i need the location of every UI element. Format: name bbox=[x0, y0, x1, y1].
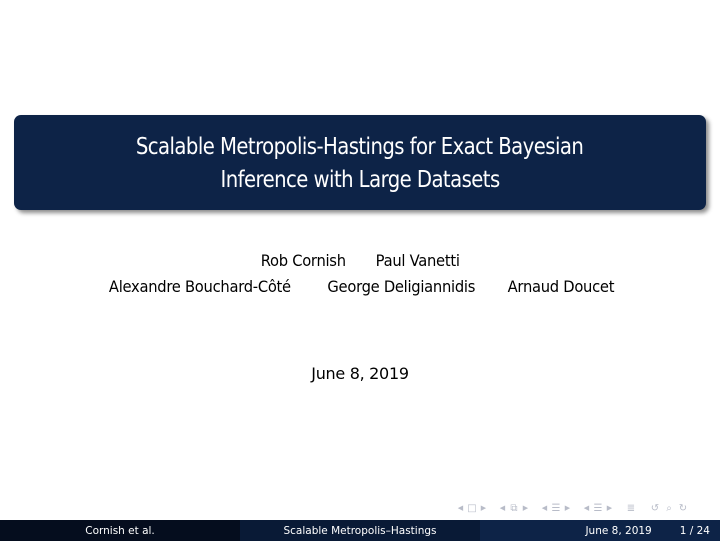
toc-icon[interactable]: ≣ bbox=[624, 503, 638, 514]
authors: Rob Cornish Paul Vanetti Alexandre Bouch… bbox=[0, 248, 720, 300]
title-line-1: Scalable Metropolis-Hastings for Exact B… bbox=[136, 131, 584, 160]
frame-icon[interactable]: □ bbox=[465, 503, 479, 514]
frame-next-icon[interactable]: ▶ bbox=[479, 504, 488, 512]
search-icon[interactable]: ⌕ bbox=[662, 503, 676, 514]
forward-icon[interactable]: ↻ bbox=[676, 503, 690, 514]
title-line-2: Inference with Large Datasets bbox=[220, 164, 500, 193]
author: Alexandre Bouchard-Côté bbox=[108, 277, 291, 296]
author: Arnaud Doucet bbox=[507, 277, 615, 296]
footer-date-section: June 8, 2019 1 / 24 bbox=[480, 520, 720, 541]
footer-date: June 8, 2019 bbox=[585, 524, 652, 537]
slide-icon[interactable]: ☰ bbox=[591, 503, 605, 514]
subsection-prev-icon[interactable]: ◀ bbox=[498, 504, 507, 512]
footer-title: Scalable Metropolis–Hastings bbox=[283, 524, 437, 537]
subsection-icon[interactable]: ⧉ bbox=[507, 503, 521, 514]
author: George Deligiannidis bbox=[327, 277, 475, 296]
subsection-next-icon[interactable]: ▶ bbox=[521, 504, 530, 512]
author: Paul Vanetti bbox=[375, 251, 460, 270]
footer-author: Cornish et al. bbox=[85, 524, 155, 537]
authors-row-2: Alexandre Bouchard-Côté George Deligiann… bbox=[0, 274, 720, 300]
frame-prev-icon[interactable]: ◀ bbox=[456, 504, 465, 512]
title-box: Scalable Metropolis-Hastings for Exact B… bbox=[14, 115, 706, 210]
presentation-date: June 8, 2019 bbox=[311, 364, 409, 383]
back-icon[interactable]: ↺ bbox=[648, 503, 662, 514]
slide-next-icon[interactable]: ▶ bbox=[605, 504, 614, 512]
page-number: 1 / 24 bbox=[679, 524, 710, 537]
footer-title-section: Scalable Metropolis–Hastings bbox=[240, 520, 480, 541]
slide-prev-icon[interactable]: ◀ bbox=[582, 504, 591, 512]
authors-row-1: Rob Cornish Paul Vanetti bbox=[0, 248, 720, 274]
author: Rob Cornish bbox=[260, 251, 346, 270]
section-prev-icon[interactable]: ◀ bbox=[540, 504, 549, 512]
beamer-navigation: ◀ □ ▶ ◀ ⧉ ▶ ◀ ☰ ▶ ◀ ☰ ▶ ≣ ↺ ⌕ ↻ bbox=[456, 500, 690, 516]
footer: Cornish et al. Scalable Metropolis–Hasti… bbox=[0, 520, 720, 541]
section-next-icon[interactable]: ▶ bbox=[563, 504, 572, 512]
section-icon[interactable]: ☰ bbox=[549, 503, 563, 514]
footer-author-section: Cornish et al. bbox=[0, 520, 240, 541]
